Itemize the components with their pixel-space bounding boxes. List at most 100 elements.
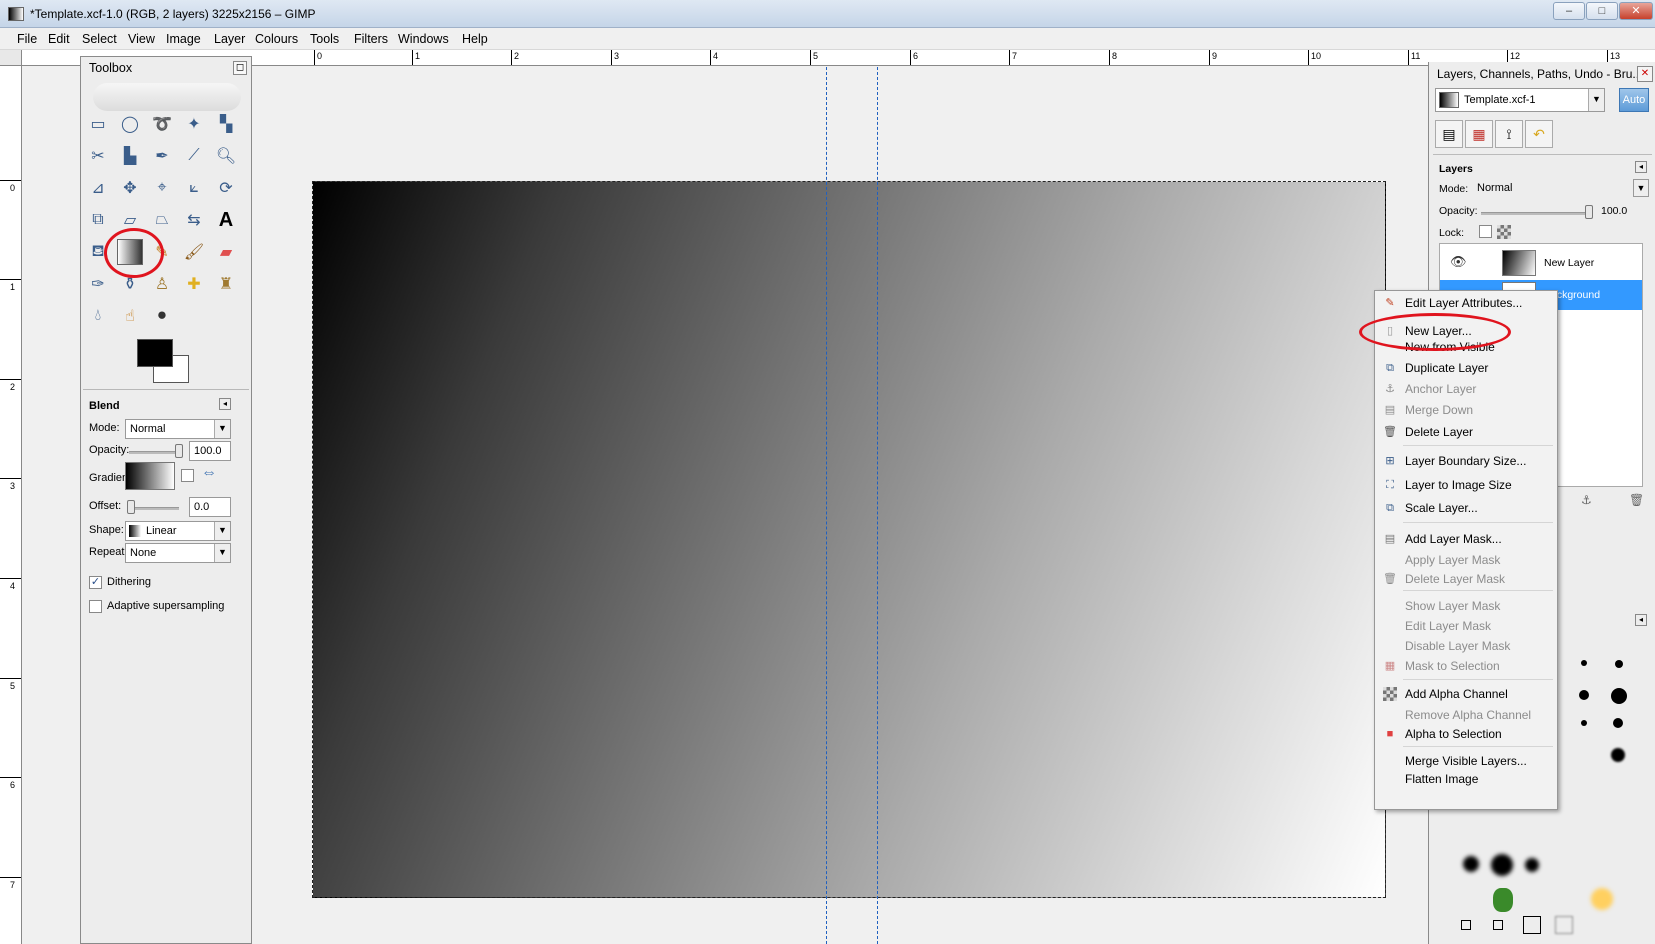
horizontal-ruler[interactable]: 0 1 2 3 4 5 6 7 8 9 10 11 12 13 [22, 50, 1655, 66]
brush-icon[interactable] [1523, 916, 1541, 934]
layer-mode-select[interactable]: Normal ▼ [1473, 179, 1649, 199]
menu-item-layer-to-image-size[interactable]: ⛶ Layer to Image Size [1375, 475, 1557, 495]
paintbrush-tool-icon[interactable]: 🖌︎ [181, 239, 207, 265]
layers-tab-icon[interactable]: ▤ [1435, 120, 1463, 148]
dithering-checkbox[interactable]: ✓ [89, 576, 102, 589]
ellipse-select-tool-icon[interactable]: ◯ [117, 111, 143, 137]
menu-file[interactable]: File [17, 32, 37, 46]
menu-item-delete-layer[interactable]: 🗑︎ Delete Layer [1375, 422, 1557, 442]
image-canvas[interactable] [312, 181, 1386, 898]
opacity-spinbox[interactable]: 100.0 [189, 441, 231, 461]
brush-icon[interactable] [1615, 660, 1623, 668]
scissors-tool-icon[interactable]: ✂ [85, 143, 111, 169]
blur-sharpen-tool-icon[interactable]: 💧︎ [85, 303, 111, 329]
offset-slider-handle[interactable] [127, 500, 135, 514]
opacity-slider-handle[interactable] [175, 444, 183, 458]
move-tool-icon[interactable]: ✥ [117, 175, 143, 201]
menu-item-scale-layer[interactable]: ⧉ Scale Layer... [1375, 498, 1557, 518]
image-select[interactable]: Template.xcf-1 ▼ [1435, 88, 1605, 112]
brush-icon[interactable] [1591, 888, 1613, 910]
layer-row-new-layer[interactable]: 👁︎ New Layer [1440, 248, 1642, 278]
color-picker-tool-icon[interactable]: ⟋ [181, 143, 207, 169]
menu-item-remove-alpha-channel[interactable]: Remove Alpha Channel [1375, 705, 1557, 725]
menu-item-edit-layer-mask[interactable]: Edit Layer Mask [1375, 616, 1557, 636]
auto-button[interactable]: Auto [1619, 88, 1649, 112]
swap-arrows-icon[interactable]: ⇔ [201, 464, 217, 482]
menu-item-add-alpha-channel[interactable]: Add Alpha Channel [1375, 684, 1557, 704]
gradient-preview-button[interactable] [125, 462, 175, 490]
perspective-clone-tool-icon[interactable]: ♜ [213, 271, 239, 297]
layer-opacity-slider[interactable] [1481, 212, 1593, 215]
foreground-select-tool-icon[interactable]: ▙ [117, 143, 143, 169]
menu-item-mask-to-selection[interactable]: ▦ Mask to Selection [1375, 656, 1557, 676]
menu-colours[interactable]: Colours [255, 32, 298, 46]
smudge-tool-icon[interactable]: ☝ [117, 303, 143, 329]
heal-tool-icon[interactable]: ✚ [181, 271, 207, 297]
menu-item-merge-down[interactable]: ▤ Merge Down [1375, 400, 1557, 420]
menu-filters[interactable]: Filters [354, 32, 388, 46]
channels-tab-icon[interactable]: ▦ [1465, 120, 1493, 148]
wilber-drop-area[interactable] [93, 83, 241, 111]
brush-icon[interactable] [1525, 858, 1539, 872]
menu-item-alpha-to-selection[interactable]: ■ Alpha to Selection [1375, 724, 1557, 744]
scale-tool-icon[interactable]: ⧉ [85, 207, 111, 233]
dodge-burn-tool-icon[interactable]: ⚫ [149, 303, 175, 329]
repeat-select[interactable]: None ▼ [125, 543, 231, 563]
measure-tool-icon[interactable]: ⊿ [85, 175, 111, 201]
menu-item-add-layer-mask[interactable]: ▤ Add Layer Mask... [1375, 529, 1557, 549]
offset-spinbox[interactable]: 0.0 [189, 497, 231, 517]
pepper-brush-icon[interactable] [1493, 888, 1513, 912]
brush-icon[interactable] [1581, 660, 1587, 666]
vertical-guide[interactable] [826, 67, 827, 944]
menu-image[interactable]: Image [166, 32, 201, 46]
vertical-ruler[interactable]: 0 1 2 3 4 5 6 7 [0, 66, 22, 944]
toolbox-close-icon[interactable]: ◻ [233, 61, 247, 75]
layer-opacity-slider-handle[interactable] [1585, 205, 1593, 219]
menu-item-layer-boundary-size[interactable]: ⊞ Layer Boundary Size... [1375, 451, 1557, 471]
menu-item-edit-layer-attributes[interactable]: ✎ Edit Layer Attributes... [1375, 293, 1557, 313]
panel-menu-icon[interactable]: ◂ [1635, 614, 1647, 626]
eye-icon[interactable]: 👁︎ [1450, 254, 1467, 270]
rotate-tool-icon[interactable]: ⟳ [213, 175, 239, 201]
menu-item-flatten-image[interactable]: Flatten Image [1375, 769, 1557, 789]
menu-select[interactable]: Select [82, 32, 117, 46]
maximize-button[interactable]: □ [1586, 2, 1618, 20]
crop-tool-icon[interactable]: ⟀ [181, 175, 207, 201]
menu-item-apply-layer-mask[interactable]: Apply Layer Mask [1375, 550, 1557, 570]
panel-menu-icon[interactable]: ◂ [219, 398, 231, 410]
brush-icon[interactable] [1613, 718, 1623, 728]
menu-view[interactable]: View [128, 32, 155, 46]
text-tool-icon[interactable]: A [213, 207, 239, 233]
minimize-button[interactable]: – [1553, 2, 1585, 20]
brush-icon[interactable] [1463, 856, 1479, 872]
fuzzy-select-tool-icon[interactable]: ✦ [181, 111, 207, 137]
shape-select[interactable]: Linear ▼ [125, 521, 231, 541]
menu-windows[interactable]: Windows [398, 32, 449, 46]
mode-select[interactable]: Normal ▼ [125, 419, 231, 439]
clone-tool-icon[interactable]: ♙ [149, 271, 175, 297]
brush-icon[interactable] [1611, 748, 1625, 762]
menu-tools[interactable]: Tools [310, 32, 339, 46]
menu-item-merge-visible-layers[interactable]: Merge Visible Layers... [1375, 751, 1557, 771]
offset-slider[interactable] [129, 507, 179, 510]
adaptive-supersampling-checkbox[interactable] [89, 600, 102, 613]
brush-icon[interactable] [1581, 720, 1587, 726]
flip-tool-icon[interactable]: ⇆ [181, 207, 207, 233]
anchor-layer-icon[interactable]: ⚓ [1581, 493, 1592, 507]
menu-help[interactable]: Help [462, 32, 488, 46]
opacity-slider[interactable] [129, 451, 179, 454]
fg-bg-color-selector[interactable] [137, 339, 193, 387]
lock-pixels-checkbox[interactable] [1479, 225, 1492, 238]
panel-menu-icon[interactable]: ◂ [1635, 161, 1647, 173]
paths-tool-icon[interactable]: ✒ [149, 143, 175, 169]
dock-close-icon[interactable]: ✕ [1637, 66, 1653, 82]
close-button[interactable]: ✕ [1619, 2, 1653, 20]
layer-opacity-value[interactable]: 100.0 [1601, 205, 1627, 217]
menu-item-delete-layer-mask[interactable]: 🗑︎ Delete Layer Mask [1375, 569, 1557, 589]
brush-icon[interactable] [1491, 854, 1513, 876]
menu-layer[interactable]: Layer [214, 32, 245, 46]
gradient-reverse-checkbox[interactable] [181, 469, 194, 482]
ruler-corner-button[interactable] [0, 50, 22, 66]
eraser-tool-icon[interactable]: ▰ [213, 239, 239, 265]
delete-layer-icon[interactable]: 🗑︎ [1629, 493, 1644, 507]
